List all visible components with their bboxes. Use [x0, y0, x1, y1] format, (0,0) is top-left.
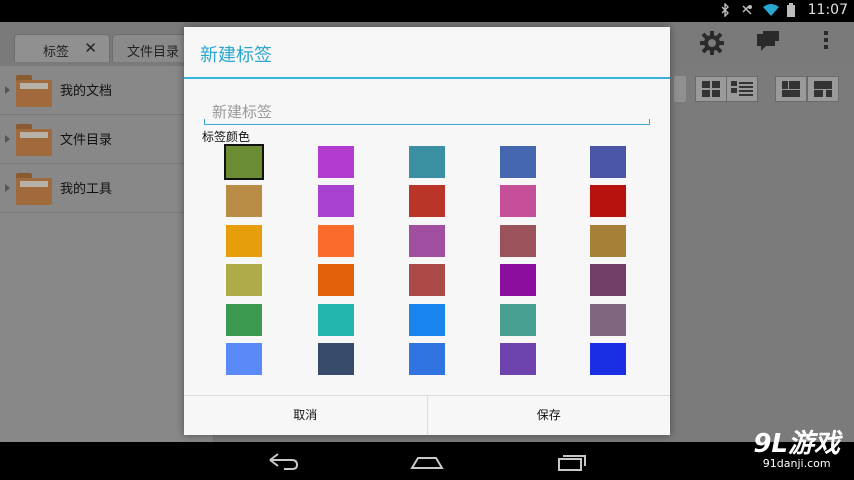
sidebar-item-file-directory[interactable]: 文件目录	[0, 115, 213, 164]
color-swatch[interactable]	[318, 304, 354, 336]
folder-icon	[16, 173, 52, 205]
watermark-logo: 9L游戏	[753, 429, 840, 459]
color-swatch[interactable]	[500, 304, 536, 336]
save-button[interactable]: 保存	[426, 396, 670, 435]
layout-right-icon[interactable]	[807, 76, 839, 102]
sidebar-item-label: 文件目录	[60, 133, 113, 148]
color-swatch[interactable]	[500, 225, 536, 257]
tab-file-directory[interactable]: 文件目录	[112, 34, 192, 62]
color-swatch[interactable]	[590, 225, 626, 257]
sidebar-item-my-documents[interactable]: 我的文档	[0, 66, 213, 115]
color-swatch[interactable]	[226, 225, 262, 257]
watermark: 9L游戏 91danji.com	[753, 430, 840, 470]
expand-arrow-icon[interactable]	[5, 184, 10, 192]
overflow-menu-icon[interactable]	[812, 30, 840, 58]
bluetooth-icon	[718, 2, 732, 18]
battery-icon	[784, 3, 798, 17]
navigation-bar	[0, 442, 854, 480]
color-swatch[interactable]	[318, 146, 354, 178]
back-icon[interactable]	[266, 450, 300, 472]
input-edge	[204, 119, 205, 125]
tab-bookmarks[interactable]: 标签 ✕	[14, 34, 110, 62]
recent-apps-icon[interactable]	[555, 450, 589, 472]
color-swatch[interactable]	[590, 264, 626, 296]
color-swatch[interactable]	[590, 146, 626, 178]
color-swatch[interactable]	[409, 343, 445, 375]
color-swatch[interactable]	[590, 304, 626, 336]
expand-arrow-icon[interactable]	[5, 86, 10, 94]
folder-icon	[16, 75, 52, 107]
color-swatch[interactable]	[226, 343, 262, 375]
color-swatch[interactable]	[409, 185, 445, 217]
status-bar: 11:07	[0, 0, 854, 22]
wifi-icon	[762, 3, 779, 17]
chat-icon[interactable]	[754, 30, 782, 58]
color-swatch[interactable]	[226, 185, 262, 217]
color-swatch[interactable]	[318, 225, 354, 257]
dialog-title: 新建标签	[200, 45, 272, 66]
home-icon[interactable]	[410, 450, 444, 472]
sidebar-item-my-tools[interactable]: 我的工具	[0, 164, 213, 213]
color-swatch[interactable]	[409, 264, 445, 296]
cancel-button[interactable]: 取消	[184, 396, 427, 435]
close-icon[interactable]: ✕	[84, 39, 97, 57]
layout-left-icon[interactable]	[775, 76, 807, 102]
tag-color-label: 标签颜色	[202, 130, 251, 144]
color-swatch[interactable]	[318, 185, 354, 217]
sidebar-item-label: 我的工具	[60, 182, 113, 197]
expand-arrow-icon[interactable]	[5, 135, 10, 143]
color-swatch[interactable]	[224, 144, 264, 180]
color-swatch[interactable]	[500, 264, 536, 296]
tag-name-input[interactable]	[204, 99, 650, 125]
grid-view-icon[interactable]	[695, 76, 727, 102]
sidebar: 我的文档 文件目录 我的工具	[0, 66, 214, 442]
color-swatch[interactable]	[409, 146, 445, 178]
folder-icon	[16, 124, 52, 156]
dialog-footer: 取消 保存	[184, 395, 670, 435]
search-field-edge[interactable]	[674, 76, 686, 102]
clock: 11:07	[807, 2, 848, 18]
color-swatch[interactable]	[590, 343, 626, 375]
list-view-icon[interactable]	[726, 76, 758, 102]
sidebar-item-label: 我的文档	[60, 84, 113, 99]
color-swatch[interactable]	[500, 146, 536, 178]
screen: 11:07 标签 ✕ 文件目录 我的文档 文件目录 我的工具 9L游戏 91da…	[0, 0, 854, 480]
silent-icon	[740, 3, 754, 17]
color-swatch[interactable]	[318, 264, 354, 296]
tab-label: 文件目录	[127, 45, 180, 60]
color-swatch[interactable]	[409, 225, 445, 257]
color-swatch[interactable]	[318, 343, 354, 375]
color-swatch[interactable]	[500, 343, 536, 375]
input-edge	[649, 119, 650, 125]
title-divider	[184, 77, 670, 79]
color-swatch[interactable]	[500, 185, 536, 217]
tab-label: 标签	[43, 45, 70, 60]
color-swatch[interactable]	[226, 304, 262, 336]
color-swatch[interactable]	[409, 304, 445, 336]
color-swatch[interactable]	[590, 185, 626, 217]
gear-icon[interactable]	[698, 30, 726, 58]
new-tag-dialog: 新建标签 标签颜色 取消 保存	[184, 27, 670, 435]
color-swatch[interactable]	[226, 264, 262, 296]
watermark-site: 91danji.com	[762, 457, 831, 470]
